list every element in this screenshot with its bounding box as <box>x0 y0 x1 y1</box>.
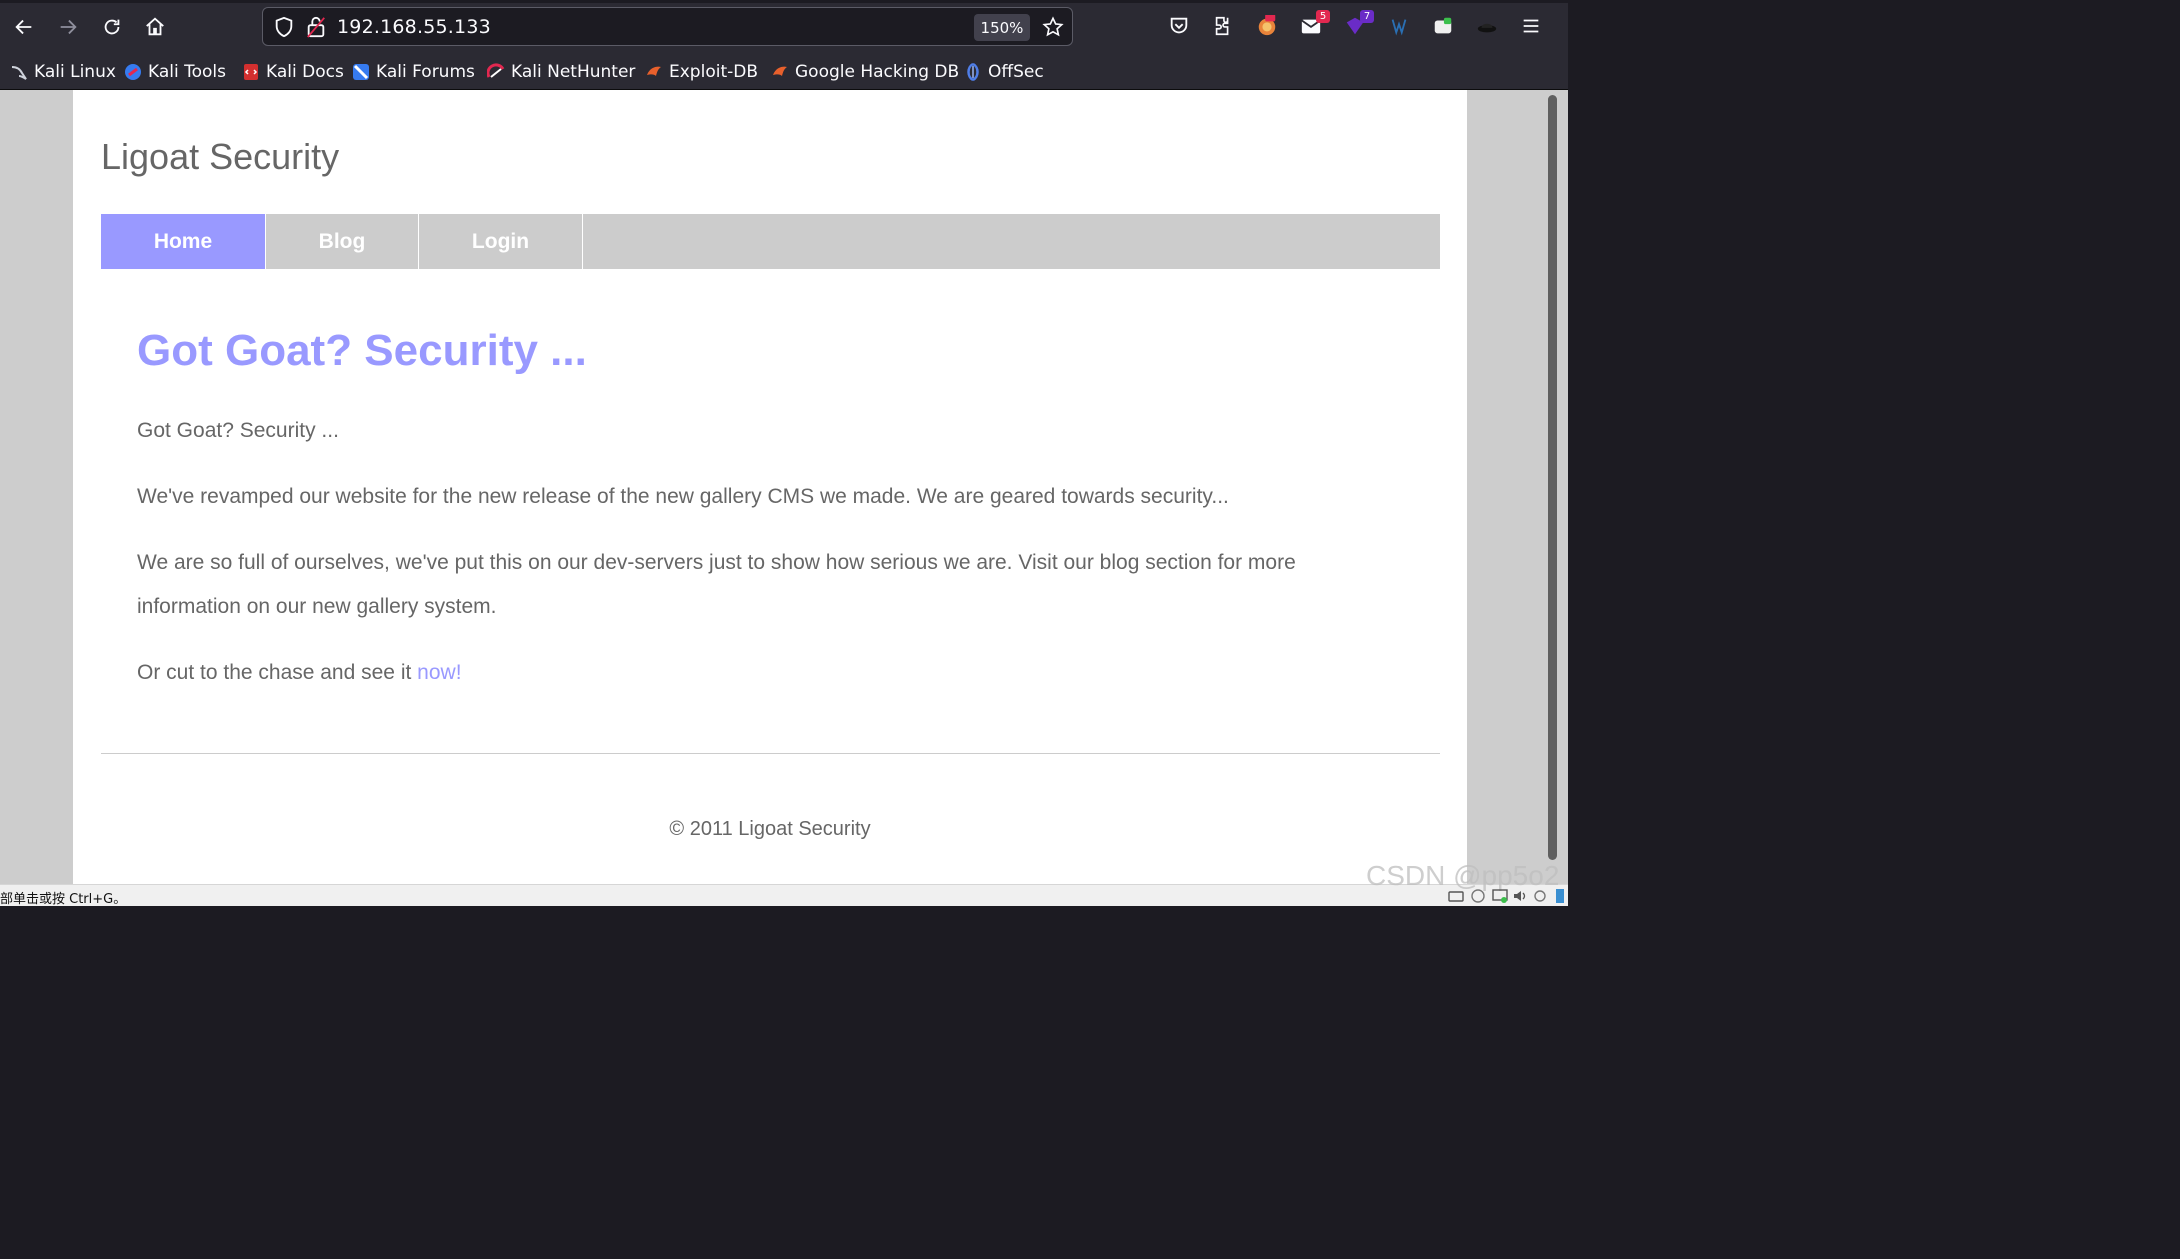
kali-forums-icon <box>352 63 370 81</box>
home-button[interactable] <box>141 13 169 41</box>
cta-paragraph: Or cut to the chase and see it now! <box>137 651 1387 695</box>
kali-docs-icon <box>242 63 260 81</box>
bookmark-label: OffSec <box>988 62 1044 82</box>
extension-wappalyzer-button[interactable] <box>1386 13 1412 39</box>
insecure-lock-icon[interactable] <box>305 15 327 39</box>
dev-servers-paragraph: We are so full of ourselves, we've put t… <box>137 551 1296 618</box>
now-link[interactable]: now! <box>417 661 461 684</box>
bookmark-label: Kali NetHunter <box>511 62 636 82</box>
tracking-protection-shield-icon[interactable] <box>273 16 295 38</box>
settings-tray-icon[interactable] <box>1532 888 1548 904</box>
bookmark-kali-docs[interactable]: Kali Docs <box>242 60 344 84</box>
cookie-editor-icon <box>1434 17 1452 34</box>
bookmark-exploit-db[interactable]: Exploit-DB <box>645 60 758 84</box>
status-text: 部单击或按 Ctrl+G。 <box>0 892 127 907</box>
back-arrow-icon <box>15 19 32 35</box>
cta-text: Or cut to the chase and see it <box>137 661 418 684</box>
kali-tools-icon <box>124 63 142 81</box>
home-icon <box>146 17 164 36</box>
bookmarks-toolbar: Kali Linux Kali Tools Kali Docs Kali For… <box>0 54 1568 90</box>
bookmark-label: Kali Forums <box>376 62 475 82</box>
scrollbar-thumb[interactable] <box>1548 95 1557 860</box>
ghdb-icon <box>771 63 789 81</box>
pocket-icon <box>1170 17 1188 34</box>
status-bar: 部单击或按 Ctrl+G。 <box>0 884 1568 907</box>
revamp-paragraph: We've revamped our website for the new r… <box>137 485 1229 508</box>
extension-foxyproxy-button[interactable] <box>1254 13 1280 39</box>
page-headline: Got Goat? Security ... <box>137 326 587 375</box>
intro-paragraph: Got Goat? Security ... <box>137 419 339 442</box>
hat-extension-icon <box>1477 23 1497 33</box>
tab-strip-edge <box>0 0 1568 3</box>
sync-tray-icon[interactable] <box>1470 888 1486 904</box>
network-tray-icon[interactable] <box>1448 888 1464 904</box>
mail-badge: 5 <box>1316 10 1330 23</box>
site-title: Ligoat Security <box>101 136 340 177</box>
menu-blog[interactable]: Blog <box>266 214 419 269</box>
bookmark-kali-linux[interactable]: Kali Linux <box>10 60 116 84</box>
menu-login[interactable]: Login <box>419 214 583 269</box>
purple-badge: 7 <box>1360 10 1374 23</box>
puzzle-icon <box>1215 16 1229 36</box>
menu-home[interactable]: Home <box>101 214 266 269</box>
bookmark-label: Kali Linux <box>34 62 116 82</box>
pocket-button[interactable] <box>1166 13 1192 39</box>
zoom-level-button[interactable]: 150% <box>974 14 1030 41</box>
app-menu-button[interactable] <box>1518 13 1544 39</box>
url-text[interactable]: 192.168.55.133 <box>337 16 491 38</box>
bookmark-star-icon[interactable] <box>1042 16 1064 38</box>
forward-button[interactable] <box>54 13 82 41</box>
bookmark-offsec[interactable]: OffSec <box>964 60 1044 84</box>
kali-nethunter-icon <box>486 63 505 81</box>
back-button[interactable] <box>10 13 38 41</box>
extension-mail-button[interactable]: 5 <box>1298 10 1330 39</box>
extension-purple-button[interactable]: 7 <box>1342 10 1374 39</box>
browser-toolbar: 192.168.55.133 150% 5 7 <box>0 0 1568 54</box>
reload-button[interactable] <box>98 13 126 41</box>
forward-arrow-icon <box>60 19 77 35</box>
bookmark-label: Kali Docs <box>266 62 344 82</box>
offsec-icon <box>964 62 982 82</box>
extension-cookie-button[interactable] <box>1430 13 1456 39</box>
extension-hat-button[interactable] <box>1474 13 1500 39</box>
bookmark-kali-tools[interactable]: Kali Tools <box>124 60 226 84</box>
address-bar[interactable]: 192.168.55.133 150% <box>262 7 1073 46</box>
main-menu: Home Blog Login <box>101 214 1440 269</box>
site-footer: © 2011 Ligoat Security <box>669 818 871 840</box>
bookmark-kali-forums[interactable]: Kali Forums <box>352 60 475 84</box>
site-container: Ligoat Security Home Blog Login Got Goat… <box>73 90 1467 884</box>
bookmark-label: Google Hacking DB <box>795 62 960 82</box>
bookmark-label: Exploit-DB <box>669 62 758 82</box>
bookmark-google-hacking-db[interactable]: Google Hacking DB <box>771 60 959 84</box>
fox-extension-icon <box>1258 15 1276 36</box>
footer-divider <box>101 753 1440 754</box>
exploit-db-icon <box>645 63 663 81</box>
bookmark-label: Kali Tools <box>148 62 226 82</box>
notification-tray-icon[interactable] <box>1552 888 1568 904</box>
hamburger-menu-icon <box>1523 19 1539 33</box>
volume-tray-icon[interactable] <box>1512 888 1528 904</box>
display-tray-icon[interactable] <box>1492 888 1508 904</box>
bookmark-kali-nethunter[interactable]: Kali NetHunter <box>486 60 636 84</box>
wappalyzer-icon <box>1391 19 1407 36</box>
extensions-button[interactable] <box>1210 13 1236 39</box>
kali-dragon-icon <box>10 63 28 81</box>
reload-icon <box>104 19 120 35</box>
page-viewport: Ligoat Security Home Blog Login Got Goat… <box>0 90 1568 884</box>
